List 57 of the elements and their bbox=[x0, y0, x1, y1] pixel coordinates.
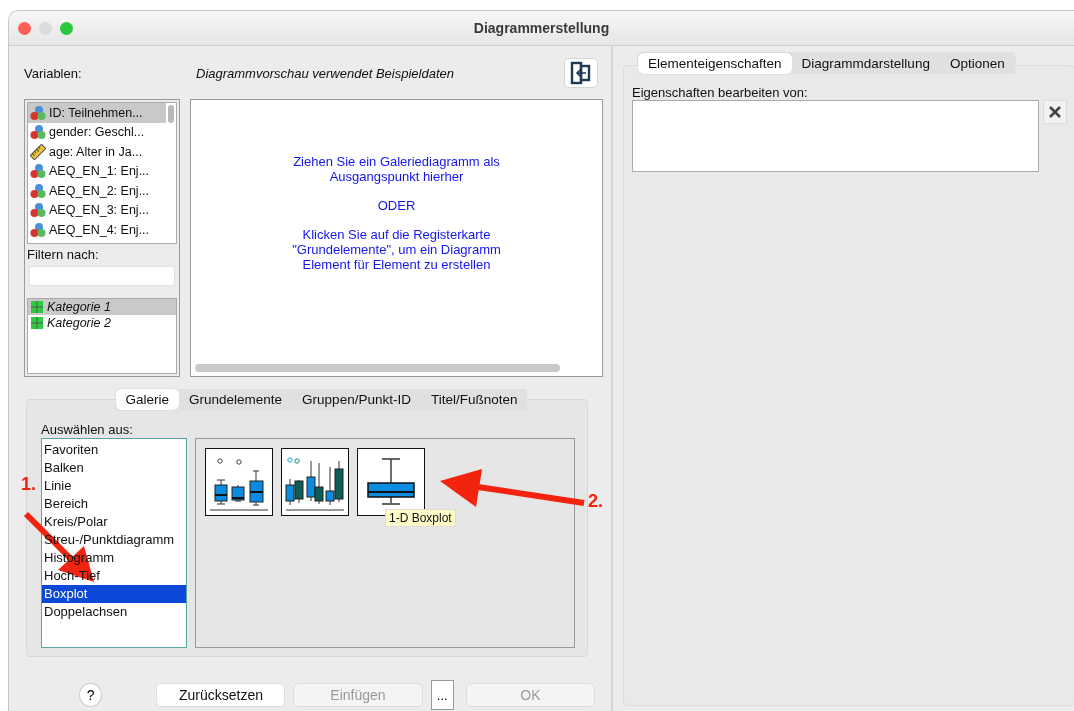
choose-from-label: Auswählen aus: bbox=[41, 422, 134, 438]
preview-note: Diagrammvorschau verwendet Beispieldaten bbox=[196, 65, 455, 81]
variable-item[interactable]: AEQ_EN_3: Enj... bbox=[28, 200, 166, 220]
scrollbar[interactable] bbox=[195, 364, 560, 372]
close-icon bbox=[1048, 105, 1062, 119]
zoom-button[interactable] bbox=[60, 21, 73, 35]
chart-type-item[interactable]: Bereich bbox=[42, 495, 186, 513]
category-icon bbox=[31, 317, 43, 329]
chart-type-item[interactable]: Boxplot bbox=[42, 585, 186, 603]
filter-label: Filtern nach: bbox=[27, 247, 100, 262]
tooltip: 1-D Boxplot bbox=[385, 509, 456, 527]
more-button[interactable]: ... bbox=[430, 680, 454, 710]
delete-button[interactable] bbox=[1043, 100, 1067, 124]
chart-type-item[interactable]: Linie bbox=[42, 477, 186, 495]
move-button[interactable] bbox=[564, 58, 598, 88]
preview-instruction: ODER bbox=[376, 198, 417, 213]
variable-item[interactable]: gender: Geschl... bbox=[28, 122, 166, 142]
annotation-number: 2. bbox=[588, 491, 603, 512]
chart-thumbnail[interactable] bbox=[281, 448, 349, 516]
nominal-variable-icon bbox=[30, 182, 46, 199]
variable-item[interactable]: age: Alter in Ja... bbox=[28, 142, 166, 162]
nominal-variable-icon bbox=[30, 202, 46, 219]
close-button[interactable] bbox=[18, 21, 31, 35]
ruler-icon bbox=[30, 143, 46, 160]
variable-item[interactable]: ID: Teilnehmen... bbox=[28, 103, 166, 123]
chart-type-item[interactable]: Kreis/Polar bbox=[42, 513, 186, 531]
move-left-icon bbox=[569, 61, 593, 85]
tab[interactable]: Elementeigenschaften bbox=[638, 53, 792, 74]
variable-item[interactable]: AEQ_EN_4: Enj... bbox=[28, 220, 166, 240]
tab[interactable]: Grundelemente bbox=[179, 389, 293, 410]
nominal-variable-icon bbox=[30, 104, 46, 121]
filter-field[interactable] bbox=[29, 266, 175, 286]
help-button[interactable]: ? bbox=[79, 683, 103, 707]
tab[interactable]: Gruppen/Punkt-ID bbox=[292, 389, 421, 410]
tab[interactable]: Titel/Fußnoten bbox=[420, 389, 528, 410]
preview-canvas[interactable]: Ziehen Sie ein Galeriediagramm als Ausgangspunkt hierher ODER Klicken Sie auf die Registerkarte "Grundelemente", um ein Diagramm Element für Element zu erstellen bbox=[190, 99, 603, 377]
tab[interactable]: Optionen bbox=[939, 53, 1015, 74]
variable-item[interactable]: AEQ_EN_2: Enj... bbox=[28, 181, 166, 201]
nominal-variable-icon bbox=[30, 124, 46, 141]
dialog-button[interactable]: Zurücksetzen bbox=[156, 683, 286, 707]
variables-label: Variablen: bbox=[24, 65, 83, 81]
variable-item[interactable]: AEQ_EN_1: Enj... bbox=[28, 161, 166, 181]
preview-instruction: Klicken Sie auf die Registerkarte "Grundelemente", um ein Diagramm Element für Element zu erstellen bbox=[291, 227, 502, 272]
chart-type-item[interactable]: Balken bbox=[42, 459, 186, 477]
tab[interactable]: Galerie bbox=[115, 389, 180, 410]
chart-thumbnail[interactable] bbox=[205, 448, 273, 516]
preview-instruction: Ziehen Sie ein Galeriediagramm als Ausgangspunkt hierher bbox=[292, 154, 501, 184]
category-item[interactable]: Kategorie 1 bbox=[28, 299, 176, 315]
edit-properties-label: Eigenschaften bearbeiten von: bbox=[632, 85, 809, 100]
category-icon bbox=[31, 301, 43, 313]
nominal-variable-icon bbox=[30, 221, 46, 238]
nominal-variable-icon bbox=[30, 163, 46, 180]
category-item[interactable]: Kategorie 2 bbox=[28, 315, 176, 331]
window-title: Diagrammerstellung bbox=[473, 20, 610, 36]
chart-type-item[interactable]: Doppelachsen bbox=[42, 603, 186, 621]
chart-type-item[interactable]: Favoriten bbox=[42, 441, 186, 459]
annotation-number: 1. bbox=[21, 474, 36, 495]
